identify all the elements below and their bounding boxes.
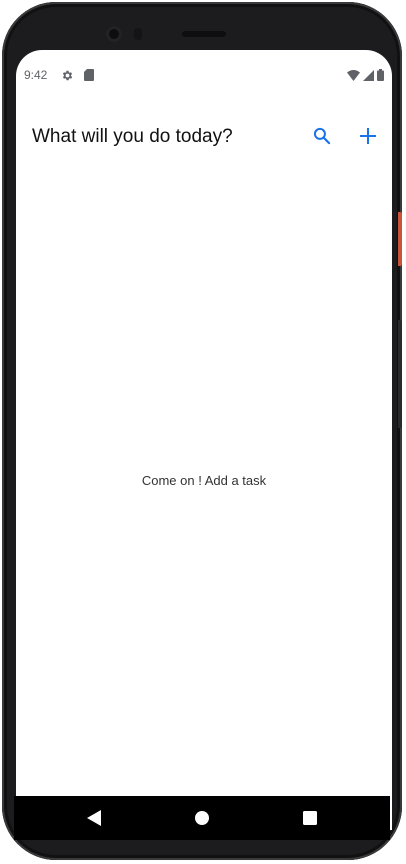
power-button [398, 212, 402, 266]
home-icon [195, 811, 209, 825]
back-button[interactable] [84, 808, 104, 828]
navigation-bar [14, 796, 390, 840]
status-time: 9:42 [24, 68, 48, 82]
add-task-button[interactable] [354, 122, 382, 150]
proximity-sensor [134, 28, 142, 40]
back-icon [87, 810, 101, 826]
recents-icon [303, 811, 317, 825]
empty-state-message: Come on ! Add a task [141, 473, 267, 488]
volume-button [398, 320, 402, 428]
plus-icon [360, 128, 376, 144]
sd-card-icon [84, 69, 94, 81]
signal-icon [363, 69, 374, 81]
front-camera [106, 26, 122, 42]
status-bar: 9:42 [16, 50, 392, 98]
page-title: What will you do today? [32, 126, 233, 147]
screen: 9:42 What will you do today? Come on ! A… [16, 50, 392, 830]
phone-frame: 9:42 What will you do today? Come on ! A… [2, 2, 402, 860]
wifi-icon [347, 69, 360, 81]
earpiece-speaker [182, 31, 226, 37]
status-icons-right [347, 69, 384, 81]
battery-icon [377, 69, 384, 81]
gear-icon [62, 70, 73, 81]
app-bar: What will you do today? [16, 110, 392, 166]
search-button[interactable] [308, 122, 336, 150]
home-button[interactable] [192, 808, 212, 828]
search-icon [313, 127, 331, 145]
recents-button[interactable] [300, 808, 320, 828]
